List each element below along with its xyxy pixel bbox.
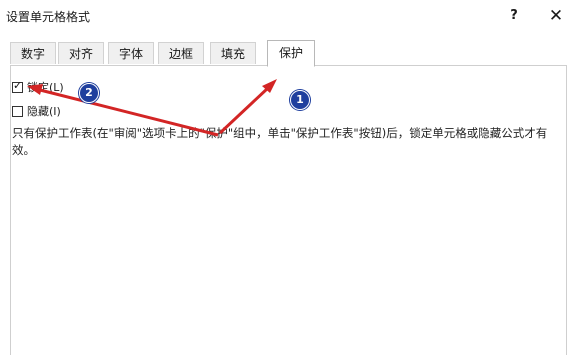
- dialog-title: 设置单元格格式: [6, 10, 91, 24]
- tab-number[interactable]: 数字: [10, 42, 56, 64]
- locked-checkbox[interactable]: ✓: [12, 78, 23, 93]
- tab-alignment[interactable]: 对齐: [58, 42, 104, 64]
- tab-strip: 数字 对齐 字体 边框 填充 保护: [0, 40, 575, 67]
- tab-protection[interactable]: 保护: [267, 40, 315, 67]
- locked-checkbox-row[interactable]: ✓ 锁定(L): [12, 79, 64, 95]
- checkmark-icon: ✓: [13, 78, 23, 92]
- tab-font[interactable]: 字体: [108, 42, 154, 64]
- protection-panel: [10, 66, 567, 355]
- hidden-checkbox-label: 隐藏(I): [27, 105, 61, 118]
- close-button[interactable]: ✕: [541, 4, 571, 28]
- tab-border[interactable]: 边框: [158, 42, 204, 64]
- locked-checkbox-label: 锁定(L): [27, 81, 64, 94]
- tab-fill[interactable]: 填充: [210, 42, 256, 64]
- step-badge-2: 2: [79, 83, 99, 103]
- step-badge-1: 1: [290, 90, 310, 110]
- protection-description: 只有保护工作表(在"审阅"选项卡上的"保护"组中，单击"保护工作表"按钮)后，锁…: [12, 126, 548, 157]
- help-button[interactable]: ?: [499, 4, 529, 28]
- title-bar: 设置单元格格式 ? ✕: [0, 0, 575, 32]
- hidden-checkbox[interactable]: [12, 105, 23, 117]
- hidden-checkbox-row[interactable]: 隐藏(I): [12, 103, 61, 119]
